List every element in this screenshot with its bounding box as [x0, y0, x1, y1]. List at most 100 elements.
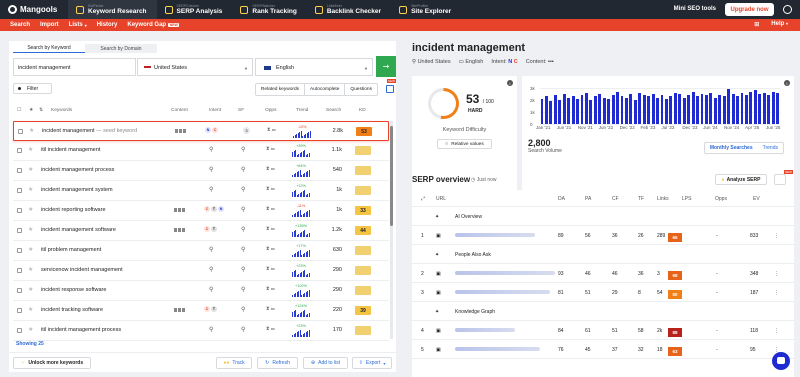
search-icon[interactable]: ⚲ [241, 146, 245, 153]
keyword-text[interactable]: incident management process [41, 167, 114, 173]
row-checkbox[interactable] [17, 268, 22, 273]
star-icon[interactable]: ★ [29, 127, 34, 134]
chart-bar[interactable] [638, 92, 642, 124]
search-icon[interactable]: ⚲ [241, 166, 245, 173]
row-checkbox[interactable] [17, 208, 22, 213]
star-icon[interactable]: ★ [28, 246, 33, 253]
chart-bar[interactable] [620, 96, 624, 124]
serp-url[interactable] [455, 347, 540, 351]
mini-seo-tools-link[interactable]: Mini SEO tools [674, 6, 716, 12]
more-options-icon[interactable]: ⋮ [774, 271, 779, 277]
chart-bar[interactable] [700, 94, 704, 124]
chart-bar[interactable] [767, 95, 771, 124]
chart-bar[interactable] [749, 91, 753, 124]
tool-site-explorer[interactable]: SiteProfiler Site Explorer [391, 0, 461, 19]
chart-bar[interactable] [722, 96, 726, 124]
more-options-icon[interactable]: ⋮ [774, 290, 779, 296]
tab-questions[interactable]: Questions [345, 84, 377, 95]
refresh-button[interactable]: ↻ Refresh [257, 357, 298, 369]
keyword-text[interactable]: servicenow incident management [41, 267, 123, 273]
serp-result-row[interactable]: 5 ▣ 76 45 37 32 18-95 63 ⋮ [412, 340, 794, 359]
serp-url[interactable] [455, 271, 555, 275]
chart-bar[interactable] [718, 95, 722, 124]
search-icon[interactable]: ⚲ [241, 326, 245, 333]
chart-bar[interactable] [664, 98, 668, 124]
serp-feature-row[interactable]: ✦ Knowledge Graph [412, 302, 794, 321]
row-checkbox[interactable] [17, 148, 22, 153]
keyword-text[interactable]: incident response software [41, 287, 106, 293]
chart-bar[interactable] [678, 94, 682, 124]
keyword-text[interactable]: incident reporting software [41, 207, 106, 213]
tab-related-keywords[interactable]: Related keywords [256, 84, 306, 95]
chart-bar[interactable] [758, 94, 762, 124]
info-icon[interactable]: i [784, 80, 790, 86]
keyword-text[interactable]: itil problem management [41, 247, 101, 253]
chart-bar[interactable] [731, 94, 735, 124]
nav-help[interactable]: Help ▾ [771, 21, 788, 28]
row-checkbox[interactable] [17, 228, 22, 233]
chart-bar[interactable] [544, 96, 548, 124]
search-icon[interactable]: ⚲ [241, 186, 245, 193]
nav-search[interactable]: Search [10, 22, 30, 28]
tab-autocomplete[interactable]: Autocomplete [305, 84, 346, 95]
star-icon[interactable]: ★ [28, 206, 33, 213]
table-row[interactable]: ★ servicenow incident management ⚲ ⚲ ⧗ ▭ +23%… [13, 261, 389, 281]
header-content[interactable]: Content [171, 108, 188, 113]
star-icon[interactable]: ★ [28, 306, 33, 313]
search-icon[interactable]: ⚲ [241, 246, 245, 253]
more-options-icon[interactable]: ⋮ [774, 328, 779, 334]
chart-bar[interactable] [633, 100, 637, 124]
tab-trends[interactable]: Trends [758, 143, 783, 153]
grid-icon[interactable]: ⊞ [754, 21, 759, 28]
header-search[interactable]: Search [326, 108, 341, 113]
serp-url[interactable] [455, 290, 550, 294]
expand-icon[interactable]: ⤢ [421, 196, 425, 202]
chart-bar[interactable] [691, 91, 695, 124]
chart-bar[interactable] [549, 101, 553, 124]
user-icon[interactable] [783, 5, 792, 14]
table-row[interactable]: ★ itil problem management ⚲ ⚲ ⧗ ▭ +17% 630 [13, 241, 389, 261]
chart-bar[interactable] [540, 98, 544, 124]
search-icon[interactable]: ⚲ [241, 226, 245, 233]
chart-bar[interactable] [744, 95, 748, 124]
chart-bar[interactable] [740, 92, 744, 124]
keyword-text[interactable]: incident tracking software [41, 307, 103, 313]
unlock-more-keywords-button[interactable]: ☞ Unlock more keywords [13, 357, 91, 369]
nav-import[interactable]: Import [40, 22, 59, 28]
keyword-input[interactable]: incident management [13, 58, 136, 76]
track-button[interactable]: ●● Track [216, 357, 252, 369]
chart-bar[interactable] [584, 92, 588, 124]
star-icon[interactable]: ★ [28, 266, 33, 273]
calendar-icon[interactable] [386, 85, 394, 93]
analyze-serp-button[interactable]: ● Analyze SERP [715, 174, 767, 185]
chart-bar[interactable] [562, 94, 566, 124]
chart-bar[interactable] [602, 97, 606, 124]
chart-bar[interactable] [771, 91, 775, 124]
chart-bar[interactable] [629, 94, 633, 124]
search-icon[interactable]: ⚲ [209, 266, 213, 273]
chart-bar[interactable] [553, 95, 557, 124]
chart-bar[interactable] [727, 89, 731, 124]
chart-bar[interactable] [673, 92, 677, 124]
tool-serp-analysis[interactable]: SERPChecker SERP Analysis [157, 0, 233, 19]
search-icon[interactable]: ⚲ [209, 286, 213, 293]
filter-button[interactable]: Filter [13, 83, 52, 94]
table-scrollbar[interactable] [390, 121, 393, 339]
star-icon[interactable]: ★ [28, 166, 33, 173]
tab-monthly-searches[interactable]: Monthly Searches [705, 143, 758, 153]
serp-url[interactable] [455, 233, 535, 237]
chart-bar[interactable] [607, 98, 611, 124]
header-keywords[interactable]: Keywords [51, 108, 72, 113]
chart-bar[interactable] [598, 94, 602, 124]
calendar-icon[interactable] [774, 174, 786, 185]
chart-bar[interactable] [709, 92, 713, 124]
serp-feature-row[interactable]: ✦ AI Overview [412, 207, 794, 226]
mangools-logo[interactable]: Mangools [8, 5, 68, 14]
chart-bar[interactable] [704, 95, 708, 124]
row-checkbox[interactable] [17, 308, 22, 313]
chat-support-button[interactable] [772, 352, 790, 370]
table-row[interactable]: ★ incident response software ⚲ ⚲ ⧗ ▭ +102% 290 [13, 281, 389, 301]
chart-bar[interactable] [660, 95, 664, 124]
upgrade-button[interactable]: Upgrade now [725, 3, 774, 16]
search-icon[interactable]: ⚲ [209, 146, 213, 153]
